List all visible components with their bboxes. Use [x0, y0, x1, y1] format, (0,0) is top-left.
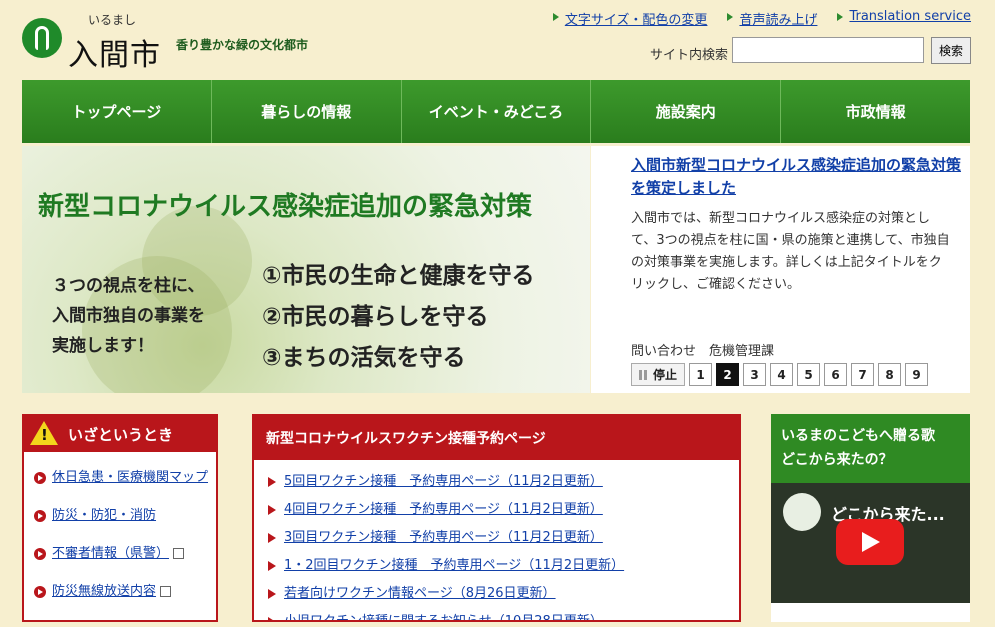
list-item: 休日急患・医療機関マップ: [30, 467, 210, 489]
song-title-line: どこから来たの？: [781, 452, 893, 468]
nav-city-admin[interactable]: 市政情報: [781, 80, 970, 143]
hero-title: 新型コロナウイルス感染症追加の緊急対策: [38, 192, 533, 222]
list-item: 防災無線放送内容: [30, 581, 210, 603]
slide-page-3[interactable]: 3: [743, 363, 766, 386]
warning-icon: [30, 421, 58, 445]
list-item: 5回目ワクチン接種 予約専用ページ（11月2日更新）: [266, 468, 727, 496]
slide-stop-button[interactable]: 停止: [631, 363, 685, 386]
search-input[interactable]: [732, 37, 924, 63]
song-title-line: いるまのこどもへ贈る歌: [781, 428, 935, 444]
song-box: いるまのこどもへ贈る歌 どこから来たの？ どこから来た...: [771, 414, 970, 622]
vaccine-link[interactable]: 若者向けワクチン情報ページ（8月26日更新）: [284, 586, 556, 601]
hero-point: ③まちの活気を守る: [262, 345, 466, 371]
nav-living[interactable]: 暮らしの情報: [212, 80, 402, 143]
vaccine-box: 新型コロナウイルスワクチン接種予約ページ 5回目ワクチン接種 予約専用ページ（1…: [252, 414, 741, 622]
vaccine-link[interactable]: 小児ワクチン接種に関するお知らせ（10月28日更新）: [284, 614, 603, 620]
global-nav: トップページ 暮らしの情報 イベント・みどころ 施設案内 市政情報: [22, 80, 970, 143]
slide-page-2[interactable]: 2: [716, 363, 739, 386]
utility-links: 文字サイズ・配色の変更 音声読み上げ Translation service: [552, 9, 971, 28]
list-item: 不審者情報（県警）: [30, 543, 210, 565]
slide-stop-label: 停止: [652, 368, 677, 382]
hero-news-panel: 入間市新型コロナウイルス感染症追加の緊急対策を策定しました 入間市では、新型コロ…: [591, 146, 970, 393]
vaccine-list: 5回目ワクチン接種 予約専用ページ（11月2日更新） 4回目ワクチン接種 予約専…: [254, 460, 739, 620]
slide-page-5[interactable]: 5: [797, 363, 820, 386]
channel-avatar: [783, 493, 821, 531]
nav-facilities[interactable]: 施設案内: [591, 80, 782, 143]
vaccine-link[interactable]: 1・2回目ワクチン接種 予約専用ページ（11月2日更新）: [284, 558, 624, 573]
list-item: 4回目ワクチン接種 予約専用ページ（11月2日更新）: [266, 496, 727, 524]
list-item: 1・2回目ワクチン接種 予約専用ページ（11月2日更新）: [266, 552, 727, 580]
news-contact: 問い合わせ 危機管理課: [631, 344, 775, 359]
vaccine-link[interactable]: 5回目ワクチン接種 予約専用ページ（11月2日更新）: [284, 474, 603, 489]
play-icon[interactable]: [836, 519, 904, 565]
nav-top[interactable]: トップページ: [22, 80, 212, 143]
nav-events[interactable]: イベント・みどころ: [402, 80, 592, 143]
search-label: サイト内検索: [650, 48, 729, 63]
slide-page-1[interactable]: 1: [689, 363, 712, 386]
site-name[interactable]: 入間市: [68, 30, 161, 74]
hero-summary-line: 入間市独自の事業を: [52, 306, 205, 326]
video-embed[interactable]: どこから来た...: [771, 483, 970, 603]
slide-page-4[interactable]: 4: [770, 363, 793, 386]
slide-controls: 停止 1 2 3 4 5 6 7 8 9: [631, 363, 928, 386]
emergency-link-broadcast[interactable]: 防災無線放送内容: [52, 584, 156, 599]
hero-summary: ３つの視点を柱に、 入間市独自の事業を 実施します！: [52, 271, 205, 361]
list-item: 小児ワクチン接種に関するお知らせ（10月28日更新）: [266, 608, 727, 620]
site-tagline: 香り豊かな緑の文化都市: [176, 38, 309, 52]
list-item: 防災・防犯・消防: [30, 505, 210, 527]
hero-banner[interactable]: 新型コロナウイルス感染症追加の緊急対策 ３つの視点を柱に、 入間市独自の事業を …: [22, 146, 590, 393]
hero-points: ①市民の生命と健康を守る ②市民の暮らしを守る ③まちの活気を守る: [262, 256, 534, 379]
search-button[interactable]: 検索: [931, 37, 971, 64]
emergency-box: いざというとき 休日急患・医療機関マップ 防災・防犯・消防 不審者情報（県警） …: [22, 414, 218, 622]
hero-point: ②市民の暮らしを守る: [262, 304, 489, 330]
list-item: 3回目ワクチン接種 予約専用ページ（11月2日更新）: [266, 524, 727, 552]
city-emblem-logo[interactable]: [22, 18, 62, 58]
vaccine-title: 新型コロナウイルスワクチン接種予約ページ: [254, 416, 739, 460]
external-link-icon: [160, 586, 172, 597]
slide-page-6[interactable]: 6: [824, 363, 847, 386]
translation-link[interactable]: Translation service: [837, 9, 971, 28]
list-item: 若者向けワクチン情報ページ（8月26日更新）: [266, 580, 727, 608]
hero-summary-line: 実施します！: [52, 336, 154, 356]
news-body: 入間市では、新型コロナウイルス感染症の対策として、3つの視点を柱に国・県の施策と…: [631, 211, 950, 292]
emergency-link-suspicious[interactable]: 不審者情報（県警）: [52, 546, 169, 561]
site-name-ruby: いるまし: [88, 13, 137, 27]
emergency-link-disaster[interactable]: 防災・防犯・消防: [52, 508, 156, 523]
emergency-title: いざというとき: [68, 425, 174, 444]
vaccine-link[interactable]: 4回目ワクチン接種 予約専用ページ（11月2日更新）: [284, 502, 603, 517]
emergency-list: 休日急患・医療機関マップ 防災・防犯・消防 不審者情報（県警） 防災無線放送内容: [24, 452, 216, 627]
news-title-link[interactable]: 入間市新型コロナウイルス感染症追加の緊急対策を策定しました: [631, 154, 961, 200]
slide-page-7[interactable]: 7: [851, 363, 874, 386]
pause-icon: [638, 369, 647, 380]
hero-point: ①市民の生命と健康を守る: [262, 263, 535, 289]
emergency-link-medical-map[interactable]: 休日急患・医療機関マップ: [52, 470, 208, 485]
slide-page-8[interactable]: 8: [878, 363, 901, 386]
slide-page-9[interactable]: 9: [905, 363, 928, 386]
vaccine-link[interactable]: 3回目ワクチン接種 予約専用ページ（11月2日更新）: [284, 530, 603, 545]
external-link-icon: [173, 548, 185, 559]
read-aloud-link[interactable]: 音声読み上げ: [727, 9, 817, 28]
song-header: いるまのこどもへ贈る歌 どこから来たの？: [771, 414, 970, 483]
emergency-header: いざというとき: [24, 416, 216, 452]
hero-summary-line: ３つの視点を柱に、: [52, 276, 205, 296]
text-size-color-link[interactable]: 文字サイズ・配色の変更: [552, 9, 707, 28]
